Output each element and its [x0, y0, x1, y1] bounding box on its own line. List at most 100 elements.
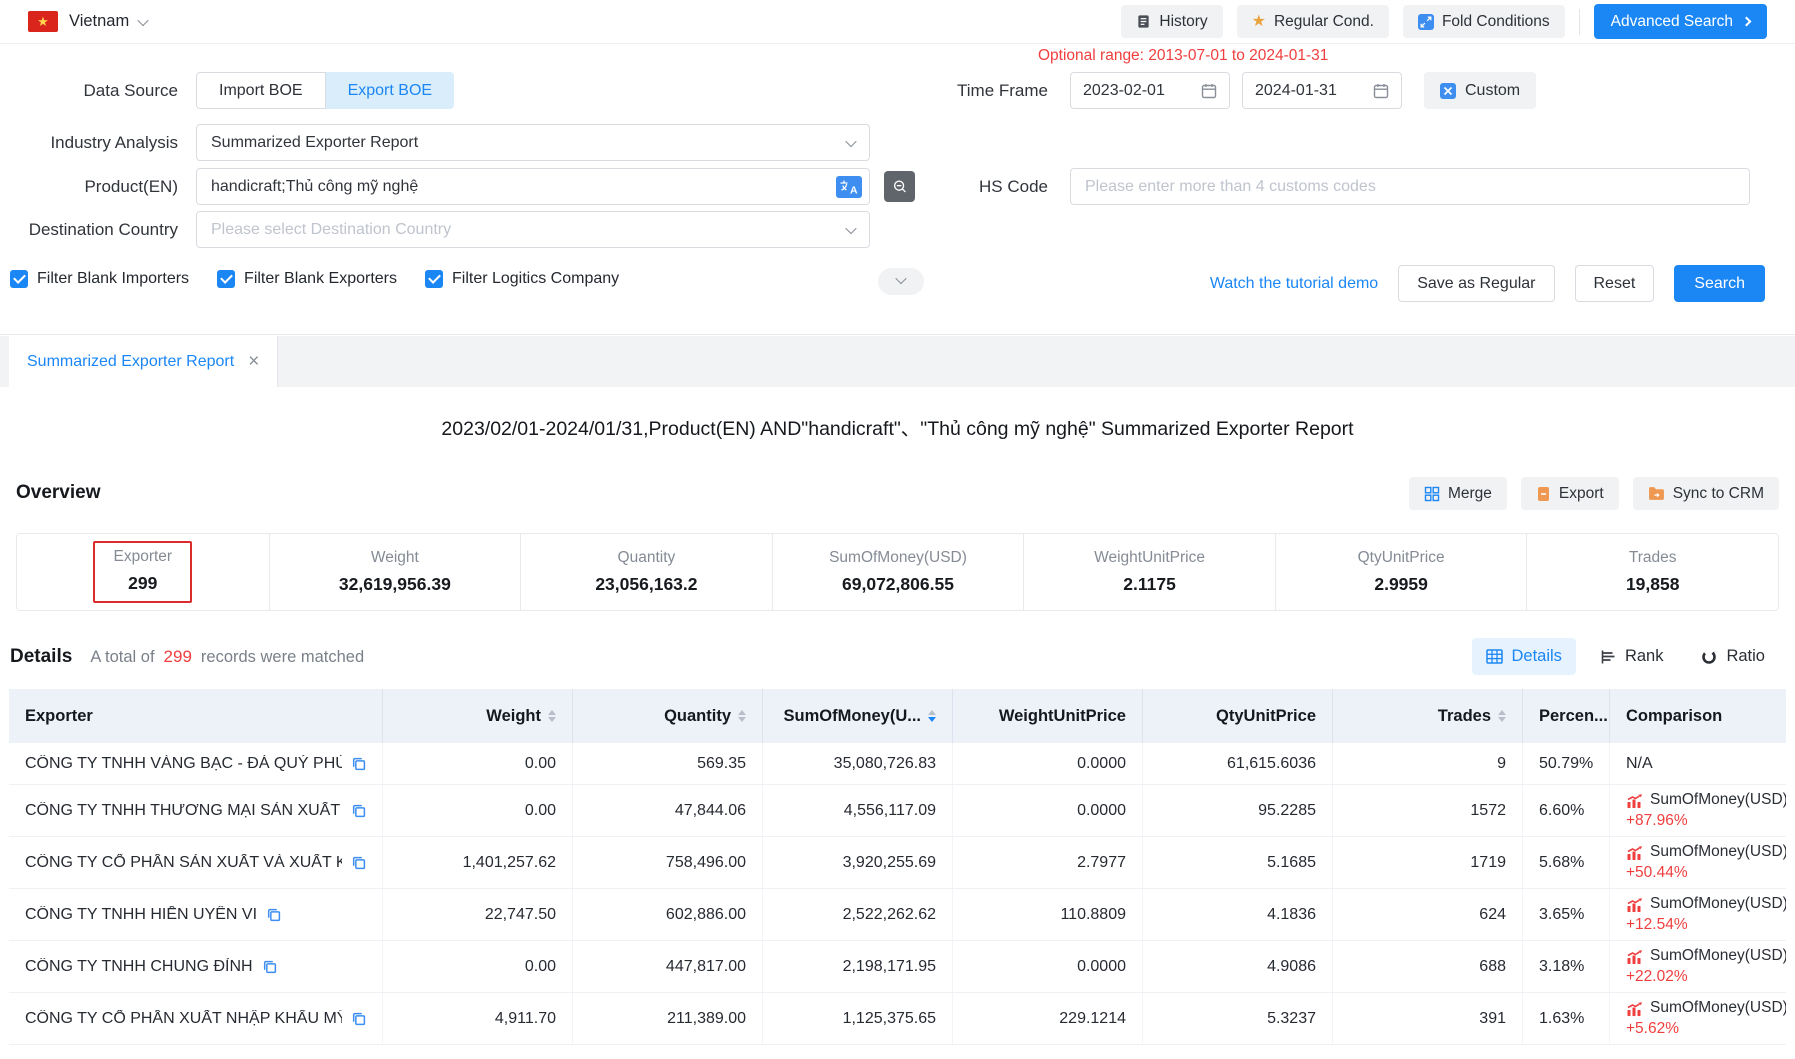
merge-button[interactable]: Merge [1409, 477, 1507, 510]
comparison-cell: SumOfMoney(USD)+50.44% [1610, 837, 1786, 888]
stat-box: WeightUnitPrice2.1175 [1082, 546, 1217, 598]
rank-icon [1600, 649, 1616, 665]
view-rank-button[interactable]: Rank [1586, 638, 1678, 675]
quantity-cell: 569.35 [573, 743, 763, 784]
exporter-name[interactable]: CÔNG TY TNHH VÀNG BẠC - ĐÁ QUÝ PHÚ QUÝ [25, 755, 342, 773]
col-header-label: WeightUnitPrice [999, 707, 1126, 726]
sort-icon[interactable] [548, 710, 556, 723]
sort-icon[interactable] [738, 710, 746, 723]
sync-to-crm-button[interactable]: Sync to CRM [1633, 477, 1779, 510]
calendar-icon[interactable] [1373, 83, 1389, 99]
stat-label: SumOfMoney(USD) [829, 549, 967, 567]
col-header-qtyunitprice: QtyUnitPrice [1143, 689, 1333, 743]
exclude-search-icon[interactable] [884, 171, 915, 202]
copy-icon[interactable] [351, 803, 366, 818]
hs-code-field [1070, 168, 1750, 205]
import-boe-option[interactable]: Import BOE [196, 72, 326, 109]
tutorial-demo-link[interactable]: Watch the tutorial demo [1210, 275, 1378, 293]
chart-up-icon [1626, 949, 1643, 964]
exporter-name[interactable]: CÔNG TY CỔ PHẦN SẢN XUẤT VÀ XUẤT KHẨU ..… [25, 854, 342, 872]
stat-cell-weightunitprice: WeightUnitPrice2.1175 [1023, 534, 1275, 610]
close-icon[interactable]: × [248, 352, 259, 371]
sort-icon[interactable] [1498, 710, 1506, 723]
exporter-cell: CÔNG TY CỔ PHẦN SẢN XUẤT VÀ XUẤT KHẨU ..… [9, 837, 383, 888]
trades-cell: 1572 [1333, 785, 1523, 836]
checkbox-checked-icon[interactable] [425, 270, 443, 288]
stat-highlight-box: Exporter299 [93, 541, 192, 603]
stat-box: Quantity23,056,163.2 [583, 546, 709, 598]
export-boe-option[interactable]: Export BOE [326, 72, 454, 109]
exporter-name[interactable]: CÔNG TY TNHH CHUNG ĐỈNH [25, 958, 253, 976]
quantity-cell: 602,886.00 [573, 889, 763, 940]
col-header-trades[interactable]: Trades [1333, 689, 1523, 743]
export-icon [1536, 486, 1551, 502]
weight-cell: 1,401,257.62 [383, 837, 573, 888]
stat-value: 69,072,806.55 [842, 574, 954, 595]
trades-cell: 391 [1333, 993, 1523, 1044]
comparison-metric-label: SumOfMoney(USD) [1650, 895, 1786, 913]
trades-cell: 688 [1333, 941, 1523, 992]
wup-cell: 0.0000 [953, 785, 1143, 836]
copy-icon[interactable] [262, 959, 277, 974]
destination-country-placeholder: Please select Destination Country [211, 221, 451, 239]
top-bar: ★ Vietnam History ★ Regular Cond. Fold C… [0, 0, 1795, 44]
checkbox-label: Filter Blank Importers [37, 270, 189, 288]
fold-conditions-icon [1418, 14, 1434, 30]
fold-conditions-button[interactable]: Fold Conditions [1403, 5, 1565, 38]
custom-range-button[interactable]: Custom [1424, 72, 1536, 109]
product-en-input[interactable] [197, 169, 869, 204]
hs-code-label: HS Code [920, 168, 1048, 205]
country-selector-label[interactable]: Vietnam [69, 12, 129, 31]
copy-icon[interactable] [351, 1011, 366, 1026]
sum-cell: 35,080,726.83 [763, 743, 953, 784]
save-as-regular-button[interactable]: Save as Regular [1398, 265, 1554, 302]
sum-cell: 3,920,255.69 [763, 837, 953, 888]
hs-code-input[interactable] [1071, 169, 1749, 204]
reset-button[interactable]: Reset [1575, 265, 1655, 302]
col-header-label: SumOfMoney(U... [783, 707, 921, 726]
col-header-weight[interactable]: Weight [383, 689, 573, 743]
regular-cond-button[interactable]: ★ Regular Cond. [1237, 5, 1389, 38]
checkbox-checked-icon[interactable] [10, 270, 28, 288]
translate-icon[interactable]: A [836, 176, 862, 203]
destination-country-select[interactable]: Please select Destination Country [196, 211, 870, 248]
sort-icon[interactable] [928, 710, 936, 723]
start-date-field[interactable]: 2023-02-01 [1070, 72, 1230, 109]
end-date-field[interactable]: 2024-01-31 [1242, 72, 1402, 109]
percentage-cell: 5.68% [1523, 837, 1610, 888]
exporter-name[interactable]: CÔNG TY TNHH HIỀN UYÊN VI [25, 906, 257, 924]
chevron-down-icon[interactable] [138, 14, 149, 25]
export-button[interactable]: Export [1521, 477, 1619, 510]
industry-analysis-label: Industry Analysis [0, 124, 178, 161]
filter-blank-importers-checkbox[interactable]: Filter Blank Importers [10, 270, 189, 288]
exporter-name[interactable]: CÔNG TY TNHH THƯƠNG MẠI SẢN XUẤT EAG... [25, 802, 342, 820]
table-row: CÔNG TY TNHH VÀNG BẠC - ĐÁ QUÝ PHÚ QUÝ0.… [9, 743, 1786, 785]
col-header-quantity[interactable]: Quantity [573, 689, 763, 743]
details-bar: Details A total of 299 records were matc… [10, 638, 1779, 675]
copy-icon[interactable] [266, 907, 281, 922]
history-button[interactable]: History [1121, 5, 1222, 38]
exporter-name[interactable]: CÔNG TY CỔ PHẦN XUẤT NHẬP KHẨU MỸ NGH... [25, 1010, 342, 1028]
checkbox-checked-icon[interactable] [217, 270, 235, 288]
collapse-form-button[interactable] [878, 268, 924, 295]
chart-up-icon [1626, 793, 1643, 808]
chart-up-icon [1626, 1001, 1643, 1016]
exporter-cell: CÔNG TY CỔ PHẦN XUẤT NHẬP KHẨU MỸ NGH... [9, 993, 383, 1044]
view-ratio-button[interactable]: Ratio [1687, 638, 1779, 675]
tab-summarized-exporter-report[interactable]: Summarized Exporter Report × [9, 336, 278, 387]
copy-icon[interactable] [351, 855, 366, 870]
col-header-sumofmoney-u[interactable]: SumOfMoney(U... [763, 689, 953, 743]
chart-up-icon [1626, 897, 1643, 912]
advanced-search-button[interactable]: Advanced Search [1594, 4, 1767, 39]
trades-cell: 624 [1333, 889, 1523, 940]
search-form: Optional range: 2013-07-01 to 2024-01-31… [0, 44, 1795, 335]
view-details-button[interactable]: Details [1472, 638, 1576, 675]
calendar-icon[interactable] [1201, 83, 1217, 99]
comparison-metric-label: SumOfMoney(USD) [1650, 791, 1786, 809]
copy-icon[interactable] [351, 756, 366, 771]
table-row: CÔNG TY CỔ PHẦN XUẤT NHẬP KHẨU MỸ NGH...… [9, 993, 1786, 1045]
industry-analysis-select[interactable]: Summarized Exporter Report [196, 124, 870, 161]
filter-blank-exporters-checkbox[interactable]: Filter Blank Exporters [217, 270, 397, 288]
search-button[interactable]: Search [1674, 265, 1765, 302]
filter-logitics-company-checkbox[interactable]: Filter Logitics Company [425, 270, 619, 288]
